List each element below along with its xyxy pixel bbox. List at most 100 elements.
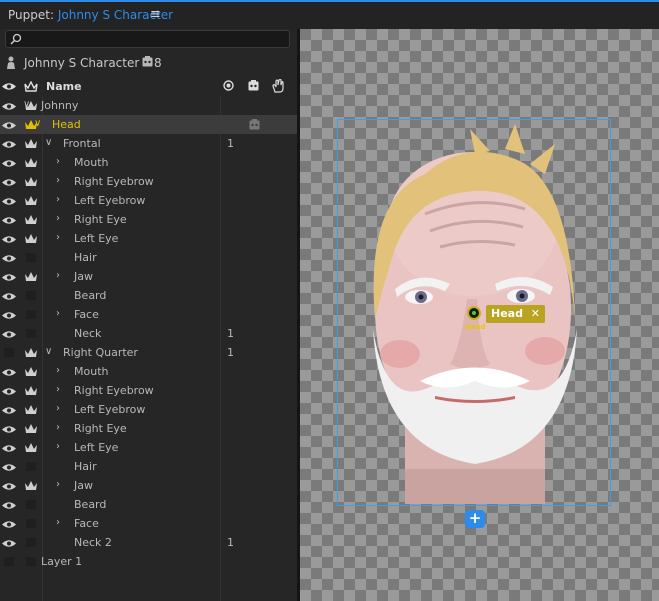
add-icon[interactable]: + xyxy=(465,510,485,528)
column-name[interactable]: Name xyxy=(46,80,82,93)
crown-toggle[interactable] xyxy=(26,557,36,566)
eye-icon[interactable] xyxy=(2,462,16,475)
crown-icon[interactable] xyxy=(24,138,38,152)
crown-toggle[interactable] xyxy=(26,538,36,547)
crown-toggle[interactable] xyxy=(26,519,36,528)
tree-row[interactable]: › Right Eyebrow xyxy=(0,172,297,191)
crown-icon[interactable] xyxy=(24,81,38,92)
expand-chevron-icon[interactable]: › xyxy=(56,270,60,281)
eye-icon[interactable] xyxy=(2,272,16,285)
expand-chevron-icon[interactable]: ∨ xyxy=(45,346,52,357)
tree-row[interactable]: › Mouth xyxy=(0,362,297,381)
crown-toggle[interactable] xyxy=(26,291,36,300)
crown-icon[interactable] xyxy=(24,157,38,171)
crown-icon[interactable] xyxy=(24,404,38,418)
crown-toggle[interactable] xyxy=(26,500,36,509)
tree-row[interactable]: ∨ Johnny xyxy=(0,96,297,115)
visibility-toggle[interactable] xyxy=(4,557,14,566)
crown-toggle[interactable] xyxy=(26,329,36,338)
tree-row[interactable]: Layer 1 xyxy=(0,552,297,571)
eye-icon[interactable] xyxy=(2,253,16,266)
head-tag[interactable]: Head ✕ xyxy=(486,305,545,323)
tree-row[interactable]: ∨ Frontal 1 xyxy=(0,134,297,153)
expand-chevron-icon[interactable]: › xyxy=(56,365,60,376)
crown-icon[interactable] xyxy=(24,233,38,247)
expand-chevron-icon[interactable]: › xyxy=(56,156,60,167)
handle-tool-icon[interactable] xyxy=(272,79,284,93)
crown-icon[interactable] xyxy=(24,176,38,190)
crown-icon[interactable] xyxy=(24,366,38,380)
expand-chevron-icon[interactable]: › xyxy=(56,479,60,490)
tree-row[interactable]: ∨ Right Quarter 1 xyxy=(0,343,297,362)
eye-icon[interactable] xyxy=(2,291,16,304)
expand-chevron-icon[interactable]: ∨ xyxy=(34,118,41,129)
expand-chevron-icon[interactable]: › xyxy=(56,422,60,433)
tree-row[interactable]: Neck 1 xyxy=(0,324,297,343)
head-origin-handle[interactable] xyxy=(467,306,481,320)
expand-chevron-icon[interactable]: › xyxy=(56,308,60,319)
visibility-toggle[interactable] xyxy=(4,348,14,357)
eye-icon[interactable] xyxy=(2,443,16,456)
eye-icon[interactable] xyxy=(2,101,16,114)
expand-chevron-icon[interactable]: › xyxy=(56,403,60,414)
crown-icon[interactable] xyxy=(24,385,38,399)
eye-icon[interactable] xyxy=(2,329,16,342)
expand-chevron-icon[interactable]: › xyxy=(56,384,60,395)
tree-row[interactable]: › Jaw xyxy=(0,476,297,495)
tree-row[interactable]: › Jaw xyxy=(0,267,297,286)
behavior-icon[interactable] xyxy=(249,119,260,133)
origin-icon[interactable] xyxy=(223,80,234,91)
close-icon[interactable]: ✕ xyxy=(531,305,540,323)
tree-row[interactable]: Beard xyxy=(0,286,297,305)
crown-toggle[interactable] xyxy=(26,310,36,319)
tree-row[interactable]: › Face xyxy=(0,305,297,324)
tree-row[interactable]: › Right Eyebrow xyxy=(0,381,297,400)
tree-row[interactable]: ∨ Head xyxy=(0,115,297,134)
expand-chevron-icon[interactable]: › xyxy=(56,213,60,224)
tree-row[interactable]: › Right Eye xyxy=(0,210,297,229)
crown-icon[interactable] xyxy=(24,480,38,494)
crown-toggle[interactable] xyxy=(26,253,36,262)
crown-icon[interactable] xyxy=(24,423,38,437)
tree-row[interactable]: › Right Eye xyxy=(0,419,297,438)
crown-toggle[interactable] xyxy=(26,462,36,471)
eye-icon[interactable] xyxy=(2,139,16,152)
expand-chevron-icon[interactable]: › xyxy=(56,441,60,452)
tree-row[interactable]: Hair xyxy=(0,248,297,267)
eye-icon[interactable] xyxy=(2,120,16,133)
expand-chevron-icon[interactable]: ∨ xyxy=(45,137,52,148)
tree-row[interactable]: Hair xyxy=(0,457,297,476)
expand-chevron-icon[interactable]: › xyxy=(56,517,60,528)
eye-icon[interactable] xyxy=(2,500,16,513)
crown-icon[interactable] xyxy=(24,347,38,361)
expand-chevron-icon[interactable]: › xyxy=(56,175,60,186)
eye-icon[interactable] xyxy=(2,386,16,399)
eye-icon[interactable] xyxy=(2,196,16,209)
eye-icon[interactable] xyxy=(2,82,16,91)
character-row[interactable]: Johnny S Character 8 xyxy=(0,53,297,73)
tree-row[interactable]: Neck 2 1 xyxy=(0,533,297,552)
eye-icon[interactable] xyxy=(2,519,16,532)
crown-icon[interactable] xyxy=(24,214,38,228)
panel-menu-icon[interactable]: ≡ xyxy=(150,7,161,22)
scene-canvas[interactable]: Head Head ✕ + xyxy=(300,29,659,601)
expand-chevron-icon[interactable]: › xyxy=(56,194,60,205)
search-input[interactable] xyxy=(5,30,290,48)
tree-row[interactable]: › Left Eye xyxy=(0,229,297,248)
eye-icon[interactable] xyxy=(2,481,16,494)
tree-row[interactable]: › Mouth xyxy=(0,153,297,172)
crown-icon[interactable] xyxy=(24,442,38,456)
behavior-icon[interactable] xyxy=(248,80,259,91)
eye-icon[interactable] xyxy=(2,538,16,551)
eye-icon[interactable] xyxy=(2,215,16,228)
expand-chevron-icon[interactable]: ∨ xyxy=(23,99,30,110)
eye-icon[interactable] xyxy=(2,405,16,418)
eye-icon[interactable] xyxy=(2,424,16,437)
eye-icon[interactable] xyxy=(2,234,16,247)
eye-icon[interactable] xyxy=(2,158,16,171)
expand-chevron-icon[interactable]: › xyxy=(56,232,60,243)
eye-icon[interactable] xyxy=(2,367,16,380)
crown-icon[interactable] xyxy=(24,195,38,209)
tree-row[interactable]: › Left Eyebrow xyxy=(0,191,297,210)
tree-row[interactable]: › Left Eyebrow xyxy=(0,400,297,419)
